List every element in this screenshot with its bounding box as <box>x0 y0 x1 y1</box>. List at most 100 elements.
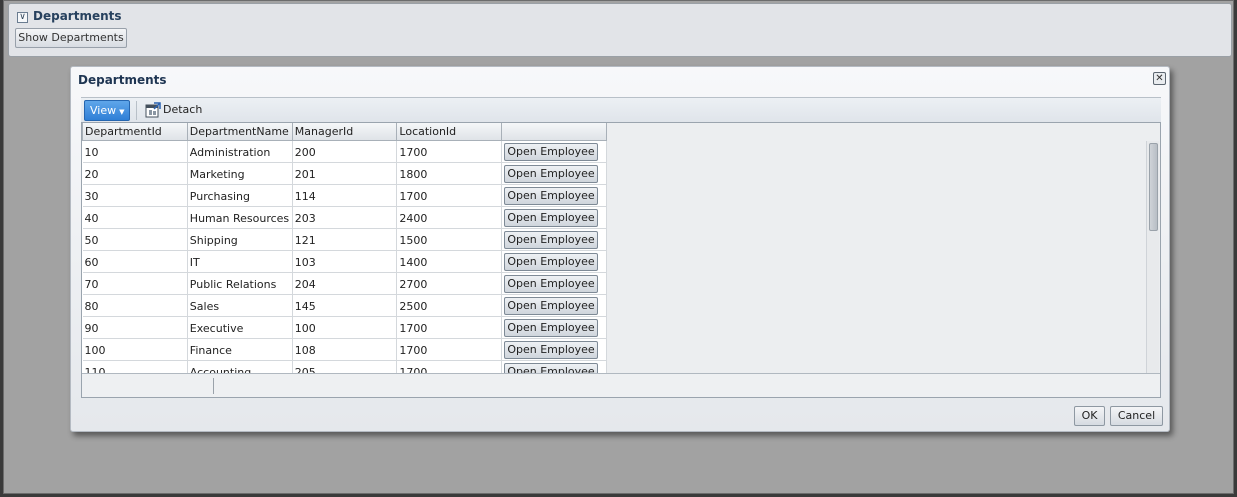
open-employee-button[interactable]: Open Employee <box>504 318 599 337</box>
cell-location-id: 1400 <box>396 250 503 273</box>
cell-action: Open Employee <box>501 184 607 207</box>
open-employee-button[interactable]: Open Employee <box>504 230 599 249</box>
vertical-scrollbar[interactable] <box>1146 141 1159 373</box>
cell-action: Open Employee <box>501 140 607 163</box>
column-header-manager-id[interactable]: ManagerId <box>291 123 398 141</box>
cell-manager-id: 121 <box>292 228 398 251</box>
cell-department-name: Marketing <box>187 162 293 185</box>
cell-department-id: 20 <box>82 162 188 185</box>
cell-department-name: Accounting <box>187 360 293 373</box>
panel-title: Departments <box>33 9 122 23</box>
open-employee-button[interactable]: Open Employee <box>504 208 599 227</box>
detach-button[interactable]: Detach <box>163 103 202 116</box>
cell-action: Open Employee <box>501 272 607 295</box>
table-row[interactable]: 40 Human Resources 203 2400 Open Employee <box>82 206 607 229</box>
departments-dialog: Departments ✕ View▼ Detach DepartmentId <box>70 66 1170 432</box>
table-row[interactable]: 50 Shipping 121 1500 Open Employee <box>82 228 607 251</box>
cell-location-id: 1700 <box>396 140 503 163</box>
cell-department-name: Human Resources <box>187 206 293 229</box>
cell-action: Open Employee <box>501 360 607 373</box>
cell-department-id: 110 <box>82 360 188 373</box>
table-row[interactable]: 20 Marketing 201 1800 Open Employee <box>82 162 607 185</box>
caret-down-icon: ▼ <box>119 108 125 116</box>
detach-icon[interactable] <box>145 102 161 118</box>
cell-manager-id: 200 <box>292 140 398 163</box>
cell-location-id: 2400 <box>396 206 503 229</box>
open-employee-button[interactable]: Open Employee <box>504 164 599 183</box>
table-row[interactable]: 80 Sales 145 2500 Open Employee <box>82 294 607 317</box>
column-header-actions <box>501 123 607 141</box>
cell-location-id: 2500 <box>396 294 503 317</box>
toolbar-divider <box>136 101 137 120</box>
cell-location-id: 2700 <box>396 272 503 295</box>
cell-action: Open Employee <box>501 250 607 273</box>
cell-action: Open Employee <box>501 316 607 339</box>
departments-table: DepartmentId DepartmentName ManagerId Lo… <box>81 122 1161 398</box>
cell-action: Open Employee <box>501 228 607 251</box>
dialog-title: Departments <box>78 73 167 87</box>
cell-action: Open Employee <box>501 338 607 361</box>
open-employee-button[interactable]: Open Employee <box>504 142 599 161</box>
table-row[interactable]: 70 Public Relations 204 2700 Open Employee <box>82 272 607 295</box>
table-toolbar: View ▼ Detach <box>81 98 1161 123</box>
table-row[interactable]: 90 Executive 100 1700 Open Employee <box>82 316 607 339</box>
cell-department-id: 70 <box>82 272 188 295</box>
column-header-location-id[interactable]: LocationId <box>396 123 503 141</box>
cell-location-id: 1700 <box>396 360 503 373</box>
table-row[interactable]: 60 IT 103 1400 Open Employee <box>82 250 607 273</box>
view-menu-button[interactable]: View ▼ <box>84 100 130 121</box>
cell-department-id: 30 <box>82 184 188 207</box>
cell-manager-id: 103 <box>292 250 398 273</box>
cell-department-name: Shipping <box>187 228 293 251</box>
table-row[interactable]: 10 Administration 200 1700 Open Employee <box>82 140 607 163</box>
cell-department-id: 60 <box>82 250 188 273</box>
cell-department-name: Public Relations <box>187 272 293 295</box>
cell-department-id: 80 <box>82 294 188 317</box>
cell-department-id: 90 <box>82 316 188 339</box>
column-header-department-id[interactable]: DepartmentId <box>82 123 188 141</box>
cell-manager-id: 145 <box>292 294 398 317</box>
cell-manager-id: 108 <box>292 338 398 361</box>
open-employee-button[interactable]: Open Employee <box>504 186 599 205</box>
cell-manager-id: 201 <box>292 162 398 185</box>
cell-manager-id: 205 <box>292 360 398 373</box>
cell-manager-id: 203 <box>292 206 398 229</box>
cell-department-name: Sales <box>187 294 293 317</box>
table-row[interactable]: 100 Finance 108 1700 Open Employee <box>82 338 607 361</box>
open-employee-button[interactable]: Open Employee <box>504 296 599 315</box>
cancel-button[interactable]: Cancel <box>1110 406 1163 426</box>
table-status-bar <box>82 373 1160 397</box>
cell-department-id: 100 <box>82 338 188 361</box>
cell-manager-id: 204 <box>292 272 398 295</box>
table-grid: DepartmentId DepartmentName ManagerId Lo… <box>82 123 607 373</box>
table-row[interactable]: 30 Purchasing 114 1700 Open Employee <box>82 184 607 207</box>
cell-department-name: IT <box>187 250 293 273</box>
cell-action: Open Employee <box>501 206 607 229</box>
ok-button[interactable]: OK <box>1074 406 1105 426</box>
cell-department-id: 50 <box>82 228 188 251</box>
open-employee-button[interactable]: Open Employee <box>504 340 599 359</box>
departments-panel: ∨ Departments Show Departments <box>8 3 1232 57</box>
cell-department-id: 40 <box>82 206 188 229</box>
open-employee-button[interactable]: Open Employee <box>504 362 599 373</box>
cell-department-name: Finance <box>187 338 293 361</box>
table-header-row: DepartmentId DepartmentName ManagerId Lo… <box>82 123 607 141</box>
cell-department-id: 10 <box>82 140 188 163</box>
cell-department-name: Administration <box>187 140 293 163</box>
data-table: DepartmentId DepartmentName ManagerId Lo… <box>82 123 607 373</box>
cell-department-name: Purchasing <box>187 184 293 207</box>
cell-location-id: 1500 <box>396 228 503 251</box>
chevron-down-icon[interactable]: ∨ <box>17 12 28 23</box>
scrollbar-thumb[interactable] <box>1149 143 1158 231</box>
close-icon[interactable]: ✕ <box>1153 72 1166 85</box>
cell-location-id: 1700 <box>396 338 503 361</box>
column-header-department-name[interactable]: DepartmentName <box>186 123 293 141</box>
open-employee-button[interactable]: Open Employee <box>504 252 599 271</box>
cell-location-id: 1700 <box>396 316 503 339</box>
table-row[interactable]: 110 Accounting 205 1700 Open Employee <box>82 360 607 373</box>
open-employee-button[interactable]: Open Employee <box>504 274 599 293</box>
show-departments-button[interactable]: Show Departments <box>15 28 127 48</box>
cell-manager-id: 100 <box>292 316 398 339</box>
view-menu-label: View <box>90 104 117 117</box>
cell-location-id: 1700 <box>396 184 503 207</box>
